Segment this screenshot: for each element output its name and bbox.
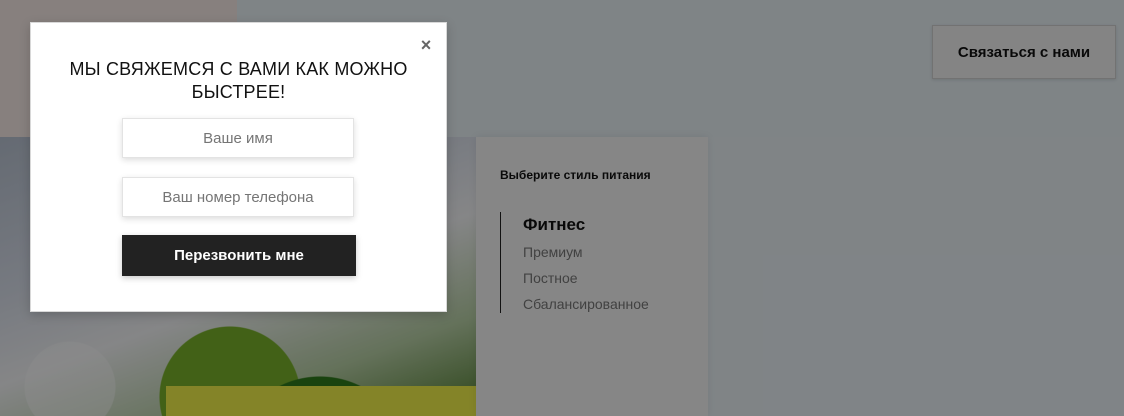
name-field[interactable] bbox=[122, 118, 354, 158]
modal-title: МЫ СВЯЖЕМСЯ С ВАМИ КАК МОЖНО БЫСТРЕЕ! bbox=[69, 59, 408, 102]
callback-modal: × МЫ СВЯЖЕМСЯ С ВАМИ КАК МОЖНО БЫСТРЕЕ! … bbox=[30, 22, 447, 312]
phone-field[interactable] bbox=[122, 177, 354, 217]
phone-input[interactable] bbox=[123, 187, 353, 207]
close-icon[interactable]: × bbox=[418, 36, 434, 54]
callback-button[interactable]: Перезвонить мне bbox=[122, 235, 356, 276]
name-input[interactable] bbox=[123, 128, 353, 148]
